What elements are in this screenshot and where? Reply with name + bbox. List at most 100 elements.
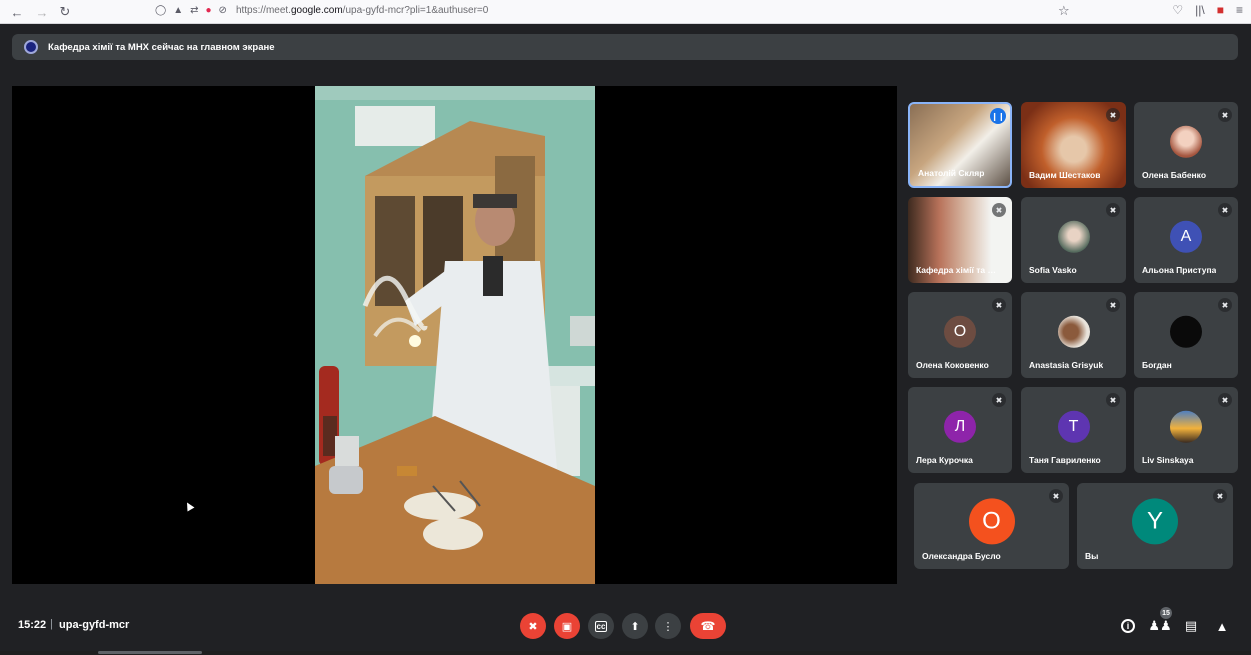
participant-tile[interactable]: Л ✖ Лера Курочка	[908, 387, 1012, 473]
mic-muted-icon: ✖	[992, 298, 1006, 312]
participant-name: Олександра Бусло	[922, 551, 1001, 561]
camera-off-icon: ▣	[561, 620, 573, 633]
mic-muted-icon: ✖	[1218, 298, 1232, 312]
mic-muted-icon: ✖	[1106, 393, 1120, 407]
extension-icon[interactable]: ■	[1217, 3, 1224, 17]
participant-tile[interactable]: О ✖ Олександра Бусло	[914, 483, 1069, 569]
participant-tile[interactable]: ✖ Олена Бабенко	[1134, 102, 1238, 188]
participant-avatar: Л	[944, 410, 976, 443]
present-icon: ⬆	[630, 620, 640, 633]
participant-avatar: О	[968, 498, 1015, 545]
scrollbar-thumb[interactable]	[98, 651, 202, 654]
mic-muted-icon: ✖	[992, 203, 1006, 217]
participant-photo	[1170, 125, 1202, 158]
participant-name: Sofia Vasko	[1029, 265, 1077, 275]
shield-icon[interactable]: ◯	[155, 5, 166, 16]
mic-muted-icon: ✖	[992, 393, 1006, 407]
participant-name: Олена Коковенко	[916, 360, 989, 370]
participant-name: Альона Приступа	[1142, 265, 1217, 275]
participant-tile[interactable]: А ✖ Альона Приступа	[1134, 197, 1238, 283]
lock-icon[interactable]: ▲	[173, 5, 183, 16]
url-prefix: https://meet.	[235, 5, 291, 16]
main-video-stage[interactable]	[12, 86, 897, 584]
url-path: /upa-gyfd-mcr?pli=1&authuser=0	[342, 5, 489, 16]
participant-photo	[1057, 315, 1090, 348]
participant-photo	[1057, 220, 1090, 253]
participant-tile[interactable]: ✖ Богдан	[1134, 292, 1238, 378]
participant-avatar: А	[1170, 220, 1202, 253]
meeting-control-bar: 15:22 | upa-gyfd-mcr ✖ ▣ cc ⬆ ⋮ ☎ i ♟♟ ▤…	[0, 600, 1251, 650]
participant-name: Лера Курочка	[916, 455, 973, 465]
permissions-icon[interactable]: ⇄	[190, 5, 198, 16]
reload-icon[interactable]: ↻	[56, 3, 74, 21]
browser-toolbar: ← → ↻ ◯ ▲ ⇄ ● ⊘ https://meet.google.com/…	[0, 0, 1251, 24]
activities-button[interactable]: ▲	[1212, 616, 1232, 636]
leave-call-button[interactable]: ☎	[690, 613, 726, 639]
forward-icon[interactable]: →	[33, 3, 51, 21]
participant-name: Liv Sinskaya	[1142, 455, 1194, 465]
mic-muted-icon: ✖	[1213, 489, 1227, 503]
presentation-banner: Кафедра хімії та МНХ сейчас на главном э…	[12, 34, 1238, 60]
captions-button[interactable]: cc	[588, 613, 614, 639]
more-vert-icon: ⋮	[662, 620, 674, 633]
presenter-video	[315, 86, 595, 584]
participant-tile[interactable]: ✖ Кафедра хімії та МНХ	[908, 197, 1012, 283]
banner-text: Кафедра хімії та МНХ сейчас на главном э…	[48, 41, 275, 53]
more-options-button[interactable]: ⋮	[655, 613, 681, 639]
back-icon[interactable]: ←	[8, 3, 26, 21]
participant-name: Олена Бабенко	[1142, 170, 1207, 180]
meeting-details-button[interactable]: i	[1118, 616, 1138, 636]
mic-muted-icon: ✖	[1106, 298, 1120, 312]
activities-icon: ▲	[1215, 618, 1229, 634]
chat-icon: ▤	[1184, 618, 1198, 633]
participants-button[interactable]: ♟♟	[1148, 616, 1172, 636]
mic-muted-icon: ✖	[1218, 393, 1232, 407]
mic-muted-icon: ✖	[1106, 203, 1120, 217]
participant-tile[interactable]: ✖ Liv Sinskaya	[1134, 387, 1238, 473]
speaking-indicator-icon: ❙❙	[990, 108, 1006, 124]
participant-name: Анатолій Скляр	[918, 168, 985, 178]
participant-avatar: О	[944, 315, 976, 348]
participant-tile[interactable]: ❙❙ Анатолій Скляр	[908, 102, 1012, 188]
participant-count-badge: 15	[1160, 607, 1172, 619]
participant-photo	[1170, 315, 1202, 348]
participant-tile[interactable]: Т ✖ Таня Гавриленко	[1021, 387, 1126, 473]
people-icon: ♟♟	[1148, 618, 1172, 633]
pocket-icon[interactable]: ♡	[1172, 3, 1183, 17]
participant-avatar: Y	[1132, 498, 1178, 545]
participant-tile[interactable]: О ✖ Олена Коковенко	[908, 292, 1012, 378]
camera-blocked-icon[interactable]: ⊘	[219, 5, 227, 16]
participant-name: Богдан	[1142, 360, 1172, 370]
meeting-time: 15:22	[18, 619, 47, 631]
microphone-off-button[interactable]: ✖	[520, 613, 546, 639]
mic-off-icon: ✖	[528, 620, 538, 633]
participant-name: Таня Гавриленко	[1029, 455, 1101, 465]
bookmark-star-icon[interactable]: ☆	[1058, 3, 1070, 19]
hang-up-icon: ☎	[700, 619, 716, 633]
participant-avatar: Т	[1057, 410, 1090, 443]
participant-name: Вы	[1085, 551, 1099, 561]
participant-tile[interactable]: ✖ Anastasia Grisyuk	[1021, 292, 1126, 378]
participant-name: Кафедра хімії та МНХ	[916, 265, 998, 275]
library-icon[interactable]: ||\	[1195, 3, 1205, 17]
participant-tile[interactable]: Y ✖ Вы	[1077, 483, 1233, 569]
lab-scene-image	[315, 86, 595, 584]
mic-muted-icon: ✖	[1106, 108, 1120, 122]
present-screen-button[interactable]: ⬆	[622, 613, 648, 639]
menu-icon[interactable]: ≡	[1236, 3, 1243, 17]
participant-tile[interactable]: ✖ Sofia Vasko	[1021, 197, 1126, 283]
participant-tile[interactable]: ✖ Вадим Шестаков	[1021, 102, 1126, 188]
mouse-cursor-icon	[183, 500, 195, 512]
presenter-avatar	[24, 40, 38, 54]
info-icon: i	[1121, 619, 1135, 633]
address-bar[interactable]: https://meet.google.com/upa-gyfd-mcr?pli…	[236, 5, 488, 16]
meeting-code: upa-gyfd-mcr	[59, 619, 130, 631]
participant-name: Anastasia Grisyuk	[1029, 360, 1104, 370]
url-host: google.com	[290, 5, 343, 16]
mic-muted-icon: ✖	[1218, 108, 1232, 122]
chat-button[interactable]: ▤	[1181, 616, 1201, 636]
separator: |	[50, 618, 53, 630]
microphone-icon[interactable]: ●	[206, 5, 212, 16]
participant-photo	[1170, 410, 1202, 443]
camera-off-button[interactable]: ▣	[554, 613, 580, 639]
